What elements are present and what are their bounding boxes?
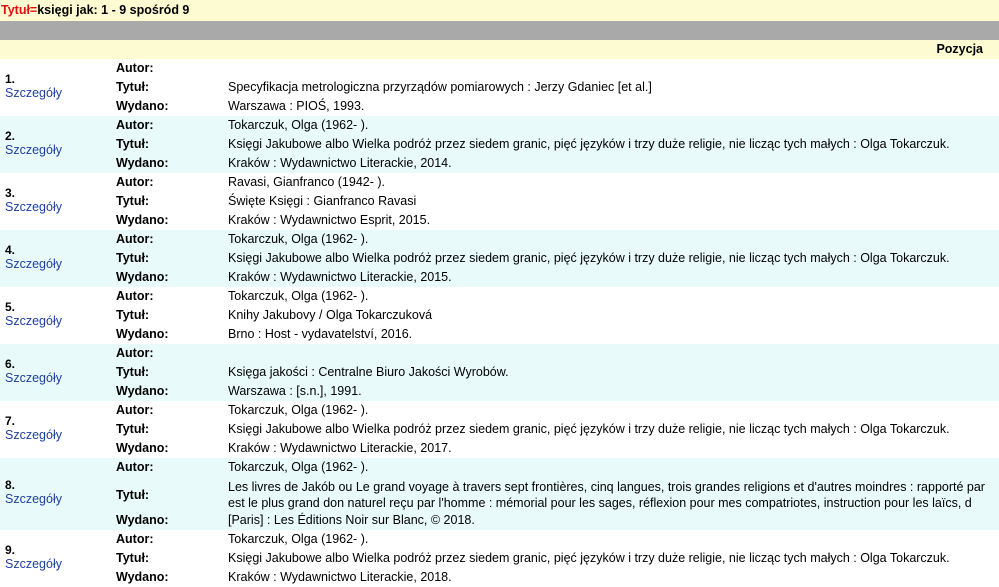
author-value: Tokarczuk, Olga (1962- ).	[228, 403, 369, 417]
result-record: 8. Szczegóły Autor: Tokarczuk, Olga (1962- …	[0, 458, 999, 530]
title-label: Tytuł:	[116, 308, 150, 322]
published-label: Wydano:	[116, 441, 169, 455]
title-label: Tytuł:	[116, 422, 150, 436]
title-value: Księgi Jakubowe albo Wielka podróż przez…	[228, 137, 950, 151]
published-label: Wydano:	[116, 270, 169, 284]
author-value: Tokarczuk, Olga (1962- ).	[228, 118, 369, 132]
record-title-row: Tytuł: Les livres de Jakób ou Le grand vo…	[0, 477, 999, 515]
author-value: Tokarczuk, Olga (1962- ).	[228, 460, 369, 474]
record-title-row: Tytuł: Święte Księgi : Gianfranco Ravasi	[0, 192, 999, 211]
title-value: Księgi Jakubowe albo Wielka podróż przez…	[228, 422, 950, 436]
record-title-row: Tytuł: Specyfikacja metrologiczna przyrzą…	[0, 78, 999, 97]
title-label: Tytuł:	[116, 80, 150, 94]
record-published-row: Wydano: Warszawa : PIOŚ, 1993.	[0, 97, 999, 116]
record-title-row: Tytuł: Księgi Jakubowe albo Wielka podróż…	[0, 135, 999, 154]
author-label: Autor:	[116, 460, 154, 474]
result-record: 6. Szczegóły Autor: Tytuł: Księga jakości : …	[0, 344, 999, 401]
result-record: 3. Szczegóły Autor: Ravasi, Gianfranco (194…	[0, 173, 999, 230]
title-label: Tytuł:	[116, 365, 150, 379]
record-author-row: Autor:	[0, 59, 999, 78]
record-published-row: Wydano: Kraków : Wydawnictwo Literackie, …	[0, 268, 999, 287]
published-value: Kraków : Wydawnictwo Esprit, 2015.	[228, 213, 431, 227]
results-list: 1. Szczegóły Autor: Tytuł: Specyfikacja metr…	[0, 59, 999, 587]
title-value-line-1: Les livres de Jakób ou Le grand voyage à…	[228, 480, 985, 494]
record-published-row: Wydano: Kraków : Wydawnictwo Literackie, …	[0, 154, 999, 173]
published-value: Brno : Host - vydavatelství, 2016.	[228, 327, 413, 341]
published-label: Wydano:	[116, 327, 169, 341]
author-value: Tokarczuk, Olga (1962- ).	[228, 532, 369, 546]
author-label: Autor:	[116, 175, 154, 189]
record-title-row: Tytuł: Księgi Jakubowe albo Wielka podróż…	[0, 420, 999, 439]
published-label: Wydano:	[116, 570, 169, 584]
column-header-position: Pozycja	[0, 40, 999, 59]
result-record: 5. Szczegóły Autor: Tokarczuk, Olga (1962- …	[0, 287, 999, 344]
published-value: Kraków : Wydawnictwo Literackie, 2015.	[228, 270, 452, 284]
title-value: Księgi Jakubowe albo Wielka podróż przez…	[228, 251, 950, 265]
record-author-row: Autor: Tokarczuk, Olga (1962- ).	[0, 401, 999, 420]
title-label: Tytuł:	[116, 251, 150, 265]
result-record: 9. Szczegóły Autor: Tokarczuk, Olga (1962- …	[0, 530, 999, 587]
record-title-row: Tytuł: Księga jakości : Centralne Biuro J…	[0, 363, 999, 382]
result-record: 7. Szczegóły Autor: Tokarczuk, Olga (1962- …	[0, 401, 999, 458]
published-label: Wydano:	[116, 513, 169, 527]
published-label: Wydano:	[116, 156, 169, 170]
record-title-row: Tytuł: Knihy Jakubovy / Olga Tokarczuková	[0, 306, 999, 325]
results-summary-bar: Tytuł=księgi jak: 1 - 9 spośród 9	[0, 0, 999, 21]
record-title-row: Tytuł: Księgi Jakubowe albo Wielka podróż…	[0, 249, 999, 268]
record-author-row: Autor: Tokarczuk, Olga (1962- ).	[0, 530, 999, 549]
title-value: Knihy Jakubovy / Olga Tokarczuková	[228, 308, 433, 322]
published-value: Warszawa : [s.n.], 1991.	[228, 384, 362, 398]
record-published-row: Wydano: [Paris] : Les Éditions Noir sur B…	[0, 511, 999, 530]
result-record: 2. Szczegóły Autor: Tokarczuk, Olga (1962- …	[0, 116, 999, 173]
record-author-row: Autor: Ravasi, Gianfranco (1942- ).	[0, 173, 999, 192]
record-published-row: Wydano: Kraków : Wydawnictwo Literackie, …	[0, 439, 999, 458]
author-label: Autor:	[116, 346, 154, 360]
record-author-row: Autor: Tokarczuk, Olga (1962- ).	[0, 458, 999, 477]
record-published-row: Wydano: Kraków : Wydawnictwo Literackie, …	[0, 568, 999, 587]
title-label: Tytuł:	[116, 137, 150, 151]
record-author-row: Autor: Tokarczuk, Olga (1962- ).	[0, 287, 999, 306]
published-value: [Paris] : Les Éditions Noir sur Blanc, ©…	[228, 513, 475, 527]
record-author-row: Autor:	[0, 344, 999, 363]
author-label: Autor:	[116, 532, 154, 546]
title-value: Les livres de Jakób ou Le grand voyage à…	[228, 479, 985, 511]
published-label: Wydano:	[116, 384, 169, 398]
title-label: Tytuł:	[116, 194, 150, 208]
title-value: Święte Księgi : Gianfranco Ravasi	[228, 194, 417, 208]
author-label: Autor:	[116, 232, 154, 246]
author-label: Autor:	[116, 118, 154, 132]
published-value: Kraków : Wydawnictwo Literackie, 2014.	[228, 156, 452, 170]
title-value: Księga jakości : Centralne Biuro Jakości…	[228, 365, 509, 379]
author-label: Autor:	[116, 403, 154, 417]
record-published-row: Wydano: Warszawa : [s.n.], 1991.	[0, 382, 999, 401]
published-value: Kraków : Wydawnictwo Literackie, 2017.	[228, 441, 452, 455]
published-label: Wydano:	[116, 99, 169, 113]
title-label: Tytuł:	[116, 488, 150, 502]
record-published-row: Wydano: Brno : Host - vydavatelství, 2016…	[0, 325, 999, 344]
title-value: Specyfikacja metrologiczna przyrządów po…	[228, 80, 652, 94]
title-value: Księgi Jakubowe albo Wielka podróż przez…	[228, 551, 950, 565]
record-author-row: Autor: Tokarczuk, Olga (1962- ).	[0, 230, 999, 249]
author-label: Autor:	[116, 289, 154, 303]
results-summary: księgi jak: 1 - 9 spośród 9	[37, 3, 190, 17]
title-label: Tytuł:	[116, 551, 150, 565]
record-author-row: Autor: Tokarczuk, Olga (1962- ).	[0, 116, 999, 135]
author-value: Tokarczuk, Olga (1962- ).	[228, 232, 369, 246]
divider-bar	[0, 21, 999, 40]
result-record: 1. Szczegóły Autor: Tytuł: Specyfikacja metr…	[0, 59, 999, 116]
result-record: 4. Szczegóły Autor: Tokarczuk, Olga (1962- …	[0, 230, 999, 287]
title-value-line-2: est le plus grand don naturel reçu par l…	[228, 496, 972, 510]
published-value: Warszawa : PIOŚ, 1993.	[228, 99, 365, 113]
published-value: Kraków : Wydawnictwo Literackie, 2018.	[228, 570, 452, 584]
search-field-label: Tytuł=	[1, 3, 38, 17]
record-published-row: Wydano: Kraków : Wydawnictwo Esprit, 2015…	[0, 211, 999, 230]
author-label: Autor:	[116, 61, 154, 75]
record-title-row: Tytuł: Księgi Jakubowe albo Wielka podróż…	[0, 549, 999, 568]
author-value: Ravasi, Gianfranco (1942- ).	[228, 175, 386, 189]
published-label: Wydano:	[116, 213, 169, 227]
author-value: Tokarczuk, Olga (1962- ).	[228, 289, 369, 303]
